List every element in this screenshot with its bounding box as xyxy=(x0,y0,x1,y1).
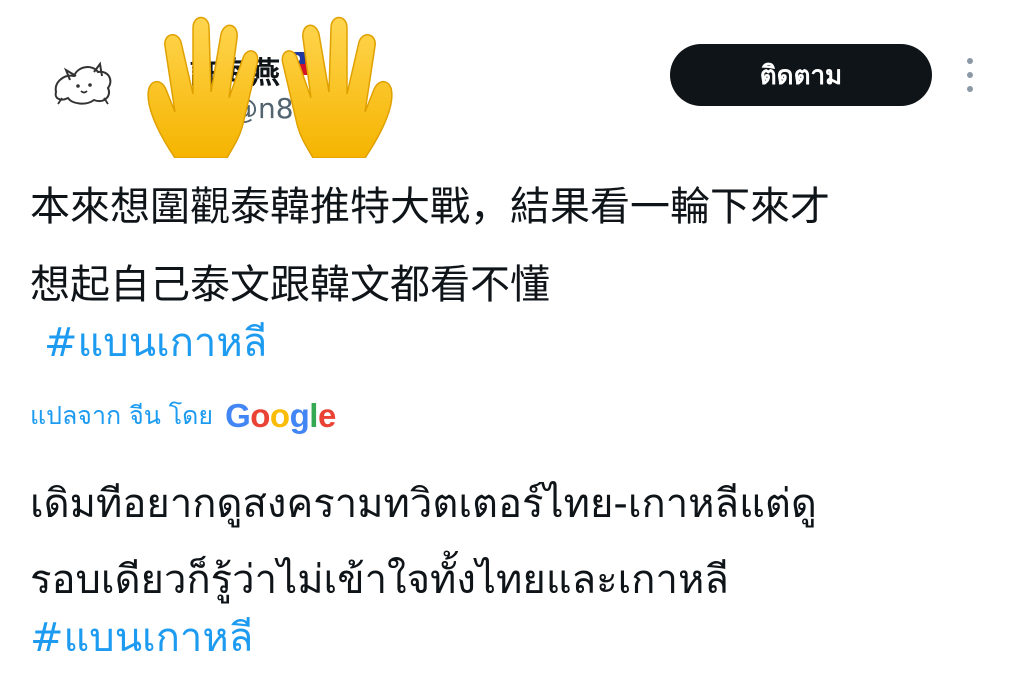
tweet-text-line: 本來想圍觀泰韓推特大戰，結果看一輪下來才 xyxy=(30,184,830,230)
translated-text: เดิมทีอยากดูสงครามทวิตเตอร์ไทย-เกาหลีแต่… xyxy=(30,466,990,618)
raised-hands-emoji-icon xyxy=(147,16,393,158)
translated-hashtag-link[interactable]: #แบนเกาหลี xyxy=(30,605,253,669)
more-vertical-icon[interactable] xyxy=(960,54,980,96)
tweet-text: 本來想圍觀泰韓推特大戰，結果看一輪下來才 想起自己泰文跟韓文都看不懂 xyxy=(30,168,990,324)
follow-button[interactable]: ติดตาม xyxy=(670,44,932,106)
cat-sketch-icon[interactable] xyxy=(50,58,116,108)
hashtag-link[interactable]: #แบนเกาหลี xyxy=(44,310,267,374)
translated-text-line: เดิมทีอยากดูสงครามทวิตเตอร์ไทย-เกาหลีแต่… xyxy=(30,481,817,527)
tweet-card: 許海燕 @n8 ติดตาม 本來想圍觀泰韓推特大戰，結果看一輪下來才 想起自己… xyxy=(0,0,1024,699)
translate-label[interactable]: แปลจาก จีน โดย xyxy=(30,396,213,436)
google-logo: Google xyxy=(225,397,336,434)
translation-attribution: แปลจาก จีน โดย Google xyxy=(30,394,336,438)
